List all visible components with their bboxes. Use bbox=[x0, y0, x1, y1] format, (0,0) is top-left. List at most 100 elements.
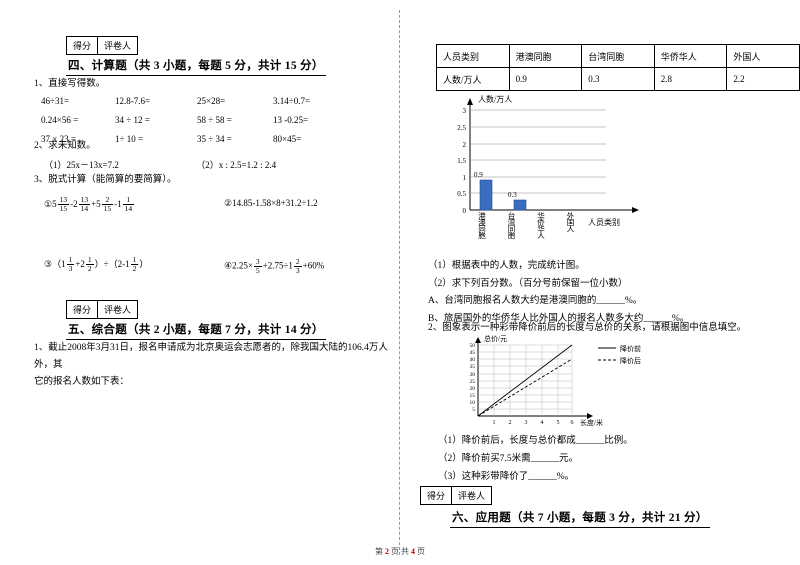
q2-items: （1）25x－13x=7.2 （2）x : 2.5=1.2 : 2.4 bbox=[44, 158, 384, 171]
svg-text:10: 10 bbox=[470, 400, 476, 406]
svg-text:45: 45 bbox=[470, 350, 476, 356]
section-4-title: 四、计算题（共 3 小题，每题 5 分，共计 15 分） bbox=[66, 56, 386, 76]
q-after-chart-2: （2）求下列百分数。（百分号前保留一位小数） bbox=[428, 278, 628, 289]
right-questions-after-chart: （1）根据表中的人数，完成统计图。 （2）求下列百分数。（百分号前保留一位小数）… bbox=[428, 258, 768, 328]
cell: 2.2 bbox=[726, 67, 800, 91]
cell: 0.9 bbox=[508, 67, 583, 91]
footer-page-number: 2 bbox=[385, 547, 389, 556]
left-question-2: 2、求未知数。 （1）25x－13x=7.2 （2）x : 2.5=1.2 : … bbox=[34, 138, 384, 171]
cell: 0.24×56 = bbox=[41, 115, 79, 126]
q1-label: 1、直接写得数。 bbox=[34, 79, 106, 89]
svg-text:15: 15 bbox=[470, 393, 476, 399]
q2-sub-3: （3）这种彩带降价了______%。 bbox=[438, 472, 575, 483]
cell: 0.3 bbox=[581, 67, 655, 91]
right-data-table: 人员类别 港澳同胞 台湾同胞 华侨华人 外国人 人数/万人 0.9 0.3 2.… bbox=[436, 44, 800, 91]
svg-text:3: 3 bbox=[463, 107, 467, 115]
svg-text:5: 5 bbox=[557, 420, 560, 426]
line-chart: 50 45 40 35 30 25 20 15 10 5 1 2 3 4 5 6… bbox=[438, 334, 688, 434]
q2-item-2: （2）x : 2.5=1.2 : 2.4 bbox=[196, 160, 277, 171]
table-header-row: 人员类别 港澳同胞 台湾同胞 华侨华人 外国人 bbox=[436, 44, 800, 68]
grader-label: 评卷人 bbox=[104, 41, 132, 51]
header-cell: 台湾同胞 bbox=[581, 44, 655, 68]
svg-text:35: 35 bbox=[470, 364, 476, 370]
svg-text:5: 5 bbox=[472, 407, 475, 413]
left-score-box: 得分 评卷人 bbox=[66, 36, 139, 55]
svg-text:20: 20 bbox=[470, 386, 476, 392]
svg-text:2: 2 bbox=[463, 141, 467, 149]
footer-mid: 页 共 bbox=[391, 547, 409, 556]
exam-page: 得分 评卷人 四、计算题（共 3 小题，每题 5 分，共计 15 分） 1、直接… bbox=[0, 0, 800, 565]
svg-text:1: 1 bbox=[493, 420, 496, 426]
footer-suffix: 页 bbox=[417, 547, 425, 556]
cell: 13 -0.25= bbox=[273, 115, 309, 126]
q2-sub-1: （1）降价前后，长度与总价都成______比例。 bbox=[438, 436, 633, 446]
svg-text:人员类别: 人员类别 bbox=[588, 217, 620, 227]
cell: 人数/万人 bbox=[436, 67, 510, 91]
right-question-2-subs: （1）降价前后，长度与总价都成______比例。 （2）降价前买7.5米需___… bbox=[438, 432, 778, 486]
svg-text:25: 25 bbox=[470, 379, 476, 385]
cell: 12.8-7.6= bbox=[115, 96, 151, 107]
footer-prefix: 第 bbox=[375, 547, 383, 556]
svg-text:降价前: 降价前 bbox=[620, 344, 641, 353]
bar-category-0: 港澳同胞 bbox=[477, 212, 487, 238]
svg-text:2.5: 2.5 bbox=[457, 124, 466, 132]
svg-text:1.5: 1.5 bbox=[457, 157, 466, 165]
q5-text-2: 它的报名人数如下表： bbox=[34, 377, 130, 388]
svg-text:4: 4 bbox=[541, 420, 544, 426]
q3-item-4-prefix: ④ bbox=[224, 260, 233, 271]
page-center-divider bbox=[399, 10, 400, 555]
table-row: 人数/万人 0.9 0.3 2.8 2.2 bbox=[436, 67, 800, 91]
svg-text:1: 1 bbox=[463, 174, 467, 182]
q3-item-3: ③（1 1 3 +2 1 2 ）÷（2-1 1 2） bbox=[44, 255, 149, 274]
svg-text:0: 0 bbox=[463, 207, 467, 215]
svg-text:人数/万人: 人数/万人 bbox=[478, 94, 512, 104]
score-label: 得分 bbox=[67, 37, 99, 54]
bar-category-3: 外国人 bbox=[566, 212, 575, 232]
bar-category-1: 台湾同胞 bbox=[507, 212, 516, 238]
score-label: 得分 bbox=[421, 487, 453, 504]
page-footer: 第 2 页 共 4 页 bbox=[0, 546, 800, 557]
q-after-chart-1: （1）根据表中的人数，完成统计图。 bbox=[428, 261, 585, 271]
score-label: 得分 bbox=[67, 301, 99, 318]
svg-text:40: 40 bbox=[470, 357, 476, 363]
cell: 46÷31= bbox=[41, 96, 70, 107]
svg-text:50: 50 bbox=[470, 343, 476, 349]
header-cell: 港澳同胞 bbox=[508, 44, 583, 68]
section-6-title: 六、应用题（共 7 小题，每题 3 分，共计 21 分） bbox=[450, 508, 780, 528]
table-row: 0.24×56 = 34 ÷ 12 = 58 ÷ 58 = 13 -0.25= bbox=[40, 111, 311, 130]
svg-text:30: 30 bbox=[470, 372, 476, 378]
line-chart-svg: 50 45 40 35 30 25 20 15 10 5 1 2 3 4 5 6… bbox=[470, 334, 642, 427]
bar-category-2: 华侨华人 bbox=[536, 212, 546, 238]
q3-item-1: ①5 13 15 -2 13 14 +5 2 15 -1 1 14 bbox=[44, 195, 135, 214]
q5-text-1: 1、截止2008年3月31日，报名申请成为北京奥运会志愿者的，除我国大陆的106… bbox=[34, 343, 388, 371]
svg-text:3: 3 bbox=[525, 420, 528, 426]
header-cell: 人员类别 bbox=[436, 44, 510, 68]
header-cell: 华侨华人 bbox=[653, 44, 728, 68]
left-question-5: 1、截止2008年3月31日，报名申请成为北京奥运会志愿者的，除我国大陆的106… bbox=[34, 340, 392, 391]
grader-label: 评卷人 bbox=[458, 491, 486, 501]
footer-total-pages: 4 bbox=[411, 547, 415, 556]
q3-item-4: ④2.25× 3 5 +2.75÷1 2 3 +60% bbox=[224, 257, 325, 276]
svg-text:0.9: 0.9 bbox=[474, 171, 483, 179]
svg-text:长度/米: 长度/米 bbox=[580, 418, 603, 427]
svg-text:2: 2 bbox=[509, 420, 512, 426]
q3-item-3-prefix: ③ bbox=[44, 258, 53, 269]
left-question-3: 3、脱式计算（能简算的要简算）。 ①5 13 15 -2 13 14 +5 2 15 -1 1 14 … bbox=[34, 172, 394, 282]
bar-chart-category-labels: 港澳同胞 台湾同胞 华侨华人 外国人 bbox=[477, 212, 576, 238]
cell: 34 ÷ 12 = bbox=[115, 115, 150, 126]
svg-text:0.3: 0.3 bbox=[508, 191, 517, 199]
section-5-title: 五、综合题（共 2 小题，每题 7 分，共计 14 分） bbox=[66, 320, 386, 340]
cell: 25×28= bbox=[197, 96, 226, 107]
left-score-box-2: 得分 评卷人 bbox=[66, 300, 139, 319]
right-score-box: 得分 评卷人 bbox=[420, 486, 493, 505]
cell: 2.8 bbox=[653, 67, 728, 91]
svg-text:降价后: 降价后 bbox=[620, 356, 641, 365]
q-after-chart-3: A、台湾同胞报名人数大约是港澳同胞的______%。 bbox=[428, 296, 643, 307]
q2-item-1: （1）25x－13x=7.2 bbox=[44, 160, 119, 171]
q3-row-2: ③（1 1 3 +2 1 2 ）÷（2-1 1 2） ④2.25× 3 5 +2.75÷1 2 3 +60% bbox=[44, 256, 394, 282]
q2-sub-2: （2）降价前买7.5米需______元。 bbox=[438, 454, 579, 465]
cell: 58 ÷ 58 = bbox=[197, 115, 232, 126]
q3-item-2: ②14.85-1.58×8+31.2÷1.2 bbox=[224, 198, 318, 209]
svg-text:总价/元: 总价/元 bbox=[484, 334, 507, 343]
svg-text:0.5: 0.5 bbox=[457, 190, 466, 198]
